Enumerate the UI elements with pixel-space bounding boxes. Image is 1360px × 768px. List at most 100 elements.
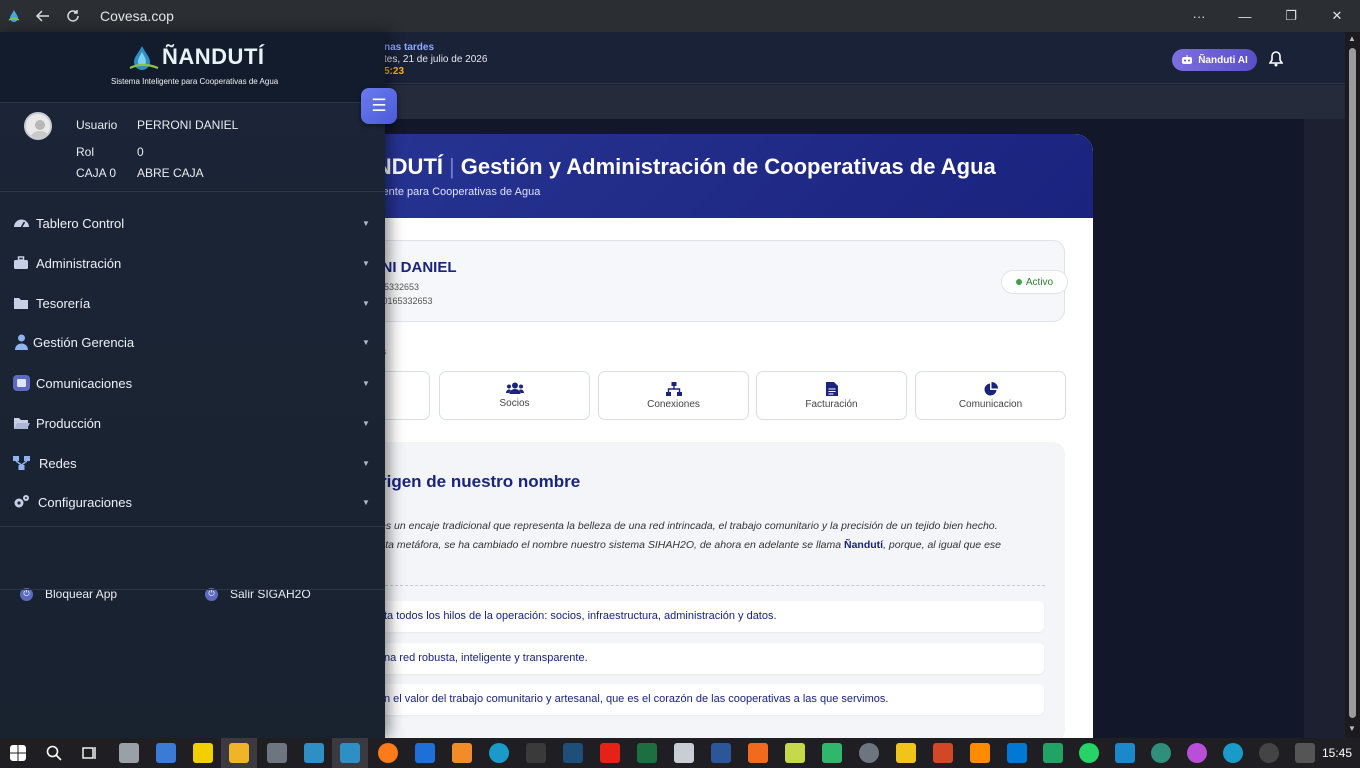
reload-icon[interactable] [58,0,88,32]
app-icon[interactable] [748,743,768,763]
minimize-icon[interactable]: — [1222,0,1268,32]
file-explorer-app-icon[interactable] [119,743,139,763]
conexiones-button[interactable]: Conexiones [598,371,749,420]
calculator-icon[interactable] [267,743,287,763]
edge-icon[interactable] [489,743,509,763]
app-icon[interactable] [156,743,176,763]
card-title: ÑANDUTÍ | Gestión y Administración de Coop… [344,154,996,180]
comunicacion-button[interactable]: Comunicacion [915,371,1066,420]
status-badge: Activo [1001,270,1068,294]
task-view-icon[interactable] [82,745,98,761]
bullet-item: ta todos los hilos de la operación: soci… [360,601,1044,632]
divider [0,526,385,527]
caret-down-icon: ▼ [362,337,370,347]
app-icon[interactable] [1259,743,1279,763]
scrollbar[interactable]: ▲ ▼ [1345,32,1360,738]
caret-down-icon: ▼ [362,418,370,428]
vscode-icon[interactable] [1007,743,1027,763]
title-separator: | [449,154,455,179]
more-options-icon[interactable]: ··· [1176,0,1222,32]
search-icon[interactable] [46,745,62,761]
lock-app-button[interactable]: ⏻ Bloquear App [20,584,117,604]
close-icon[interactable]: ✕ [1314,0,1360,32]
back-icon[interactable] [28,0,58,32]
sidebar-user-panel: Usuario PERRONI DANIEL Rol 0 CAJA 0 ABRE… [0,104,385,192]
scroll-down-icon[interactable]: ▼ [1348,724,1356,733]
network-icon [13,456,30,470]
sidebar-item-administracion[interactable]: Administración ▼ [0,244,385,282]
outlook-icon[interactable] [415,743,435,763]
folder-app-icon[interactable] [229,743,249,763]
scrollbar-thumb[interactable] [1349,48,1356,718]
pen-icon[interactable] [1295,743,1315,763]
sidebar-item-label: Tablero Control [36,215,125,231]
settings-icon[interactable] [859,743,879,763]
nanduti-browser-icon[interactable] [340,743,360,763]
powerpoint-icon[interactable] [933,743,953,763]
excel-icon[interactable] [637,743,657,763]
sidebar-item-configuraciones[interactable]: Configuraciones ▼ [0,483,385,521]
sidebar-item-redes[interactable]: Redes ▼ [0,444,385,482]
socios-button[interactable]: Socios [439,371,590,420]
sidebar-item-label: Administración [36,255,122,271]
scroll-up-icon[interactable]: ▲ [1348,34,1356,43]
sidebar-item-tesoreria[interactable]: Tesorería ▼ [0,284,385,322]
sidebar-item-tablero-control[interactable]: Tablero Control ▼ [0,204,385,242]
windows-start-icon[interactable] [10,745,26,761]
avatar [24,112,52,140]
greeting-block: nas tardes tes, 21 de julio de 2026 5:23 [384,42,487,78]
app-icon[interactable] [970,743,990,763]
rol-value: 0 [137,145,144,159]
nanduti-app-icon[interactable] [304,743,324,763]
origin-paragraph: es un encaje tradicional que representa … [380,517,1060,555]
restore-icon[interactable]: ❐ [1268,0,1314,32]
time-text: 5:23 [384,66,405,77]
sticky-notes-icon[interactable] [193,743,213,763]
app-icon[interactable] [674,743,694,763]
status-label: Activo [1025,276,1054,288]
cogs-icon [14,495,29,508]
app-icon[interactable] [1187,743,1207,763]
caret-down-icon: ▼ [362,218,370,228]
ai-assistant-button[interactable]: Ñanduti AI [1172,49,1257,71]
word-icon[interactable] [711,743,731,763]
greeting-text: nas tardes [384,42,435,53]
menu-toggle-button[interactable]: ☰ [361,88,397,124]
app-icon[interactable] [1115,743,1135,763]
user-tie-icon [15,334,28,350]
sidebar-item-comunicaciones[interactable]: Comunicaciones ▼ [0,364,385,402]
app-icon[interactable] [452,743,472,763]
sidebar-logo-area: ÑANDUTÍ Sistema Inteligente para Coopera… [0,32,385,103]
chat-icon [13,375,30,391]
caret-down-icon: ▼ [362,458,370,468]
clock[interactable]: 15:45 [1322,746,1352,760]
edge-icon[interactable] [1223,743,1243,763]
taskbar: 15:45 [0,738,1360,768]
comunicacion-label: Comunicacion [958,398,1023,410]
sidebar: ÑANDUTÍ Sistema Inteligente para Coopera… [0,32,385,738]
usuario-value: PERRONI DANIEL [137,118,239,132]
youtube-icon[interactable] [600,743,620,763]
app-icon[interactable] [563,743,583,763]
briefcase-icon [14,256,28,269]
firefox-icon[interactable] [378,743,398,763]
caja-label: CAJA 0 [76,166,117,180]
app-icon[interactable] [896,743,916,763]
app-icon[interactable] [822,743,842,763]
sidebar-item-gestion-gerencia[interactable]: Gestión Gerencia ▼ [0,323,385,361]
app-icon[interactable] [526,743,546,763]
exit-button[interactable]: ⏻ Salir SIGAH2O [205,584,311,604]
origin-title: rigen de nuestro nombre [380,472,581,491]
hamburger-icon: ☰ [371,96,387,115]
facturacion-button[interactable]: Facturación [756,371,907,420]
sitemap-icon [665,381,682,396]
app-icon[interactable] [1151,743,1171,763]
app-icon[interactable] [1043,743,1063,763]
origin-line-2: sta metáfora, se ha cambiado el nombre n… [380,536,1060,555]
invoice-icon [825,381,838,396]
bell-icon[interactable] [1267,49,1285,69]
notepad-icon[interactable] [785,743,805,763]
sidebar-item-produccion[interactable]: Producción ▼ [0,404,385,442]
whatsapp-icon[interactable] [1079,743,1099,763]
facturacion-label: Facturación [805,398,858,410]
